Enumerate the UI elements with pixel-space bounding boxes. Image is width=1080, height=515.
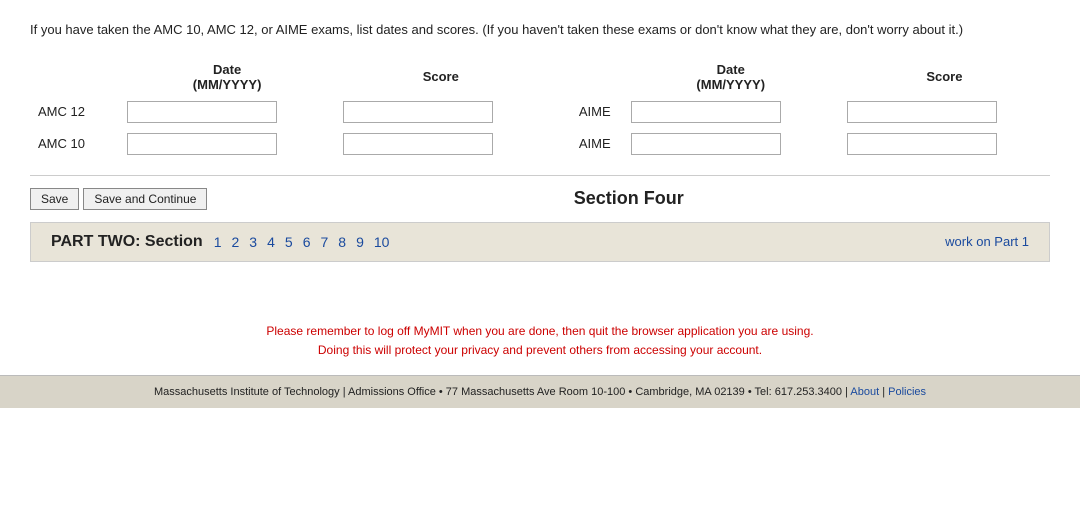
- right-score-input-1[interactable]: [847, 133, 997, 155]
- col2-score-header: Score: [839, 58, 1050, 96]
- footer-text: Massachusetts Institute of Technology | …: [154, 386, 848, 398]
- row-right-label: AIME: [546, 128, 622, 160]
- work-on-part1[interactable]: work on Part 1: [945, 234, 1029, 249]
- section-link-5[interactable]: 5: [282, 234, 296, 250]
- section-link-3[interactable]: 3: [246, 234, 260, 250]
- row-right-score-cell[interactable]: [839, 96, 1050, 128]
- footer: Massachusetts Institute of Technology | …: [0, 375, 1080, 408]
- footer-pipe: |: [882, 386, 885, 398]
- footer-policies-link[interactable]: Policies: [888, 386, 926, 398]
- privacy-line2: Doing this will protect your privacy and…: [0, 341, 1080, 360]
- part-two-left: PART TWO: Section 12345678910: [51, 233, 392, 251]
- privacy-notice: Please remember to log off MyMIT when yo…: [0, 322, 1080, 360]
- section-link-8[interactable]: 8: [335, 234, 349, 250]
- right-score-input-0[interactable]: [847, 101, 997, 123]
- row-left-date-cell[interactable]: [119, 128, 335, 160]
- part-two-label: PART TWO: Section: [51, 233, 203, 251]
- col1-score-header: Score: [335, 58, 546, 96]
- right-date-input-0[interactable]: [631, 101, 781, 123]
- section-link-2[interactable]: 2: [229, 234, 243, 250]
- row-right-label: AIME: [546, 96, 622, 128]
- table-row: AMC 10 AIME: [30, 128, 1050, 160]
- section-link-10[interactable]: 10: [371, 234, 393, 250]
- section-link-6[interactable]: 6: [300, 234, 314, 250]
- left-score-input-0[interactable]: [343, 101, 493, 123]
- row-right-score-cell[interactable]: [839, 128, 1050, 160]
- work-on-part1-link[interactable]: work on Part 1: [945, 234, 1029, 249]
- table-row: AMC 12 AIME: [30, 96, 1050, 128]
- row-left-score-cell[interactable]: [335, 128, 546, 160]
- save-continue-button[interactable]: Save and Continue: [83, 188, 207, 210]
- section-link-7[interactable]: 7: [317, 234, 331, 250]
- section-link-1[interactable]: 1: [211, 234, 225, 250]
- exam-table: Date (MM/YYYY) Score Date (MM/YYYY) Scor…: [30, 58, 1050, 160]
- col2-date-header: Date (MM/YYYY): [623, 58, 839, 96]
- row-right-date-cell[interactable]: [623, 96, 839, 128]
- section-links: 12345678910: [211, 234, 393, 250]
- row-right-date-cell[interactable]: [623, 128, 839, 160]
- save-button[interactable]: Save: [30, 188, 79, 210]
- row-left-label: AMC 12: [30, 96, 119, 128]
- part-two-bar: PART TWO: Section 12345678910 work on Pa…: [30, 222, 1050, 262]
- section-title: Section Four: [207, 188, 1050, 209]
- row-left-label: AMC 10: [30, 128, 119, 160]
- divider: [30, 175, 1050, 176]
- left-date-input-1[interactable]: [127, 133, 277, 155]
- privacy-line1: Please remember to log off MyMIT when yo…: [0, 322, 1080, 341]
- intro-text: If you have taken the AMC 10, AMC 12, or…: [30, 20, 1050, 40]
- section-link-9[interactable]: 9: [353, 234, 367, 250]
- left-score-input-1[interactable]: [343, 133, 493, 155]
- row-left-score-cell[interactable]: [335, 96, 546, 128]
- right-date-input-1[interactable]: [631, 133, 781, 155]
- row-left-date-cell[interactable]: [119, 96, 335, 128]
- col1-date-header: Date (MM/YYYY): [119, 58, 335, 96]
- footer-about-link[interactable]: About: [850, 386, 879, 398]
- section-link-4[interactable]: 4: [264, 234, 278, 250]
- main-content: If you have taken the AMC 10, AMC 12, or…: [0, 0, 1080, 292]
- action-row: Save Save and Continue Section Four: [30, 188, 1050, 210]
- left-date-input-0[interactable]: [127, 101, 277, 123]
